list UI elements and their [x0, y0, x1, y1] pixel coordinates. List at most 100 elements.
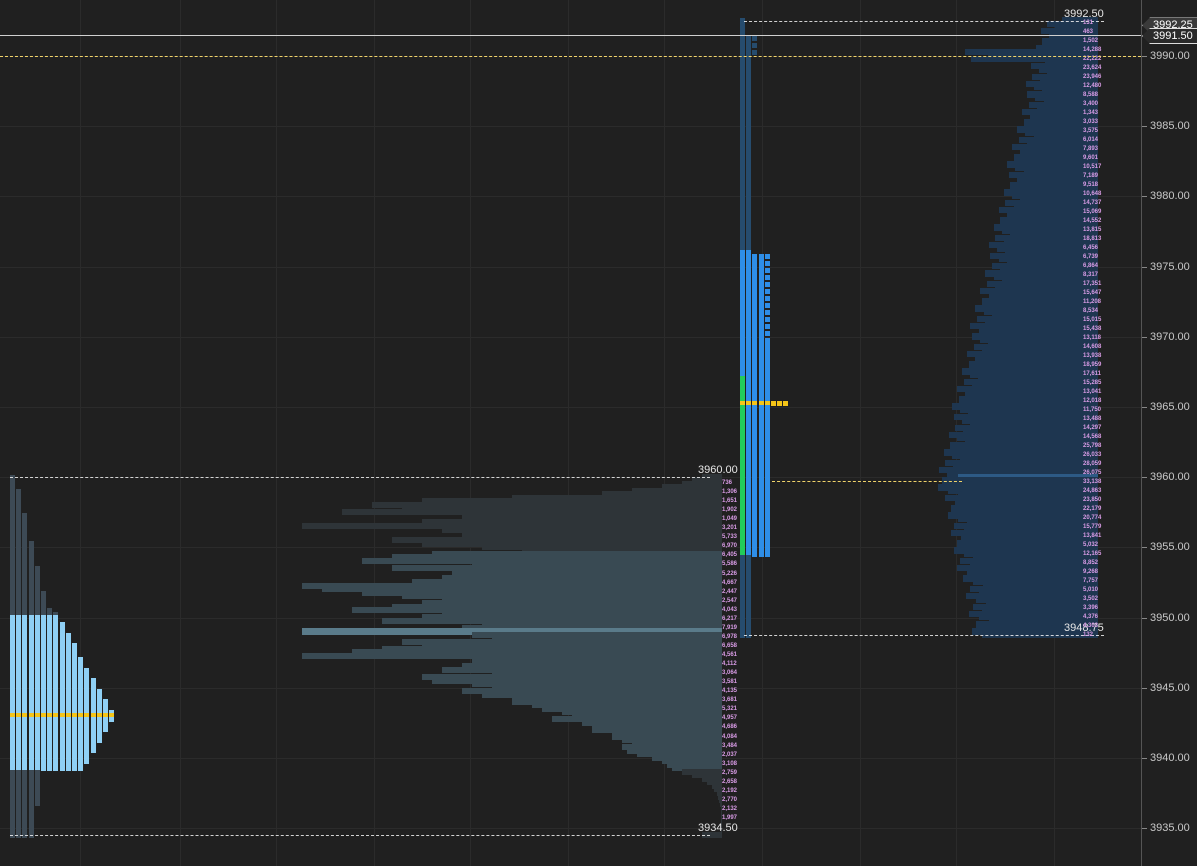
volume-label: 15,647 — [1083, 290, 1102, 296]
volume-label: 4,135 — [722, 688, 738, 695]
volume-label: 9,268 — [1083, 569, 1099, 575]
volume-label: 23,624 — [1083, 65, 1102, 71]
volume-label: 2,547 — [722, 597, 738, 604]
profile-high-line — [10, 477, 710, 478]
volume-label: 1,502 — [1083, 38, 1099, 44]
volume-label: 13,815 — [1083, 227, 1102, 233]
volume-label: 4,957 — [722, 715, 738, 722]
poc-extension-line — [772, 481, 962, 482]
volume-label: 11,750 — [1083, 407, 1102, 413]
volume-label: 12,165 — [1083, 551, 1102, 557]
volume-label: 13,118 — [1083, 335, 1102, 341]
volume-label: 4,667 — [722, 579, 738, 586]
grid-line-vertical — [276, 0, 277, 866]
tpo-block — [53, 766, 59, 772]
volume-label: 3,033 — [1083, 119, 1099, 125]
volume-label: 17,351 — [1083, 281, 1102, 287]
volume-label: 2,192 — [722, 787, 738, 794]
volume-label: 4,112 — [722, 661, 737, 668]
volume-label: 26,033 — [1083, 452, 1102, 458]
volume-label: 12,480 — [1083, 83, 1102, 89]
tpo-block — [752, 42, 758, 48]
tpo-block — [764, 288, 770, 294]
volume-label: 2,447 — [722, 588, 738, 595]
volume-label: 14,552 — [1083, 218, 1102, 224]
volume-label: 3,681 — [722, 697, 738, 704]
tpo-block — [764, 274, 770, 280]
volume-label: 3,502 — [1083, 596, 1099, 602]
axis-tick-label: 3955.00 — [1150, 541, 1190, 554]
volume-label: 13,488 — [1083, 416, 1102, 422]
tpo-block — [59, 766, 65, 772]
poc-tpo-block — [771, 400, 776, 406]
volume-label: 5,010 — [1083, 587, 1099, 593]
volume-label: 1,902 — [722, 507, 738, 514]
volume-label: 3,201 — [722, 525, 738, 532]
price-axis[interactable]: 3990.00 3985.00 3980.00 3975.00 3970.00 3965.… — [1141, 0, 1197, 866]
axis-tick-label: 3950.00 — [1150, 611, 1190, 624]
grid-line-horizontal — [0, 267, 1141, 268]
volume-label: 3,396 — [1083, 605, 1099, 611]
tpo-block — [764, 295, 770, 301]
tpo-block — [764, 302, 770, 308]
volume-label: 5,032 — [1083, 542, 1099, 548]
axis-tick-label: 3935.00 — [1150, 822, 1190, 835]
profile-low-label: 3934.50 — [698, 822, 738, 835]
tpo-block — [764, 260, 770, 266]
grid-line-vertical — [180, 0, 181, 866]
grid-line-vertical — [374, 0, 375, 866]
volume-label: 15,285 — [1083, 380, 1102, 386]
poc-tpo-block — [783, 400, 789, 406]
volume-label: 14,568 — [1083, 434, 1102, 440]
volume-label: 2,132 — [722, 805, 738, 812]
volume-label: 13,041 — [1083, 389, 1102, 395]
volume-label: 5,733 — [722, 534, 738, 541]
axis-tick-mark — [1142, 547, 1147, 548]
volume-label: 15,438 — [1083, 326, 1102, 332]
profile-high-line — [744, 21, 1104, 22]
reference-line — [0, 56, 1141, 57]
axis-tick-label: 3960.00 — [1150, 471, 1190, 484]
volume-label: 9,601 — [1083, 155, 1099, 161]
grid-line-vertical — [860, 0, 861, 866]
tpo-block — [96, 737, 102, 743]
axis-tick-label: 3980.00 — [1150, 190, 1190, 203]
volume-label: 17,611 — [1083, 371, 1102, 377]
axis-tick-label: 3965.00 — [1150, 401, 1190, 413]
axis-tick-mark — [1142, 618, 1147, 619]
grid-line-horizontal — [0, 196, 1141, 197]
axis-tick-mark — [1142, 126, 1147, 127]
tpo-block — [109, 716, 115, 722]
volume-label: 5,321 — [722, 706, 738, 713]
volume-label: 3,064 — [722, 670, 738, 677]
tpo-block — [764, 309, 770, 315]
volume-label: 3,575 — [1083, 128, 1099, 134]
grid-line-horizontal — [0, 758, 1141, 759]
volume-label: 6,739 — [1083, 254, 1099, 260]
volume-label: 3,400 — [1083, 101, 1099, 107]
volume-label: 5,226 — [722, 570, 738, 577]
axis-tick-label: 3990.00 — [1150, 50, 1190, 62]
tpo-block — [41, 766, 46, 772]
volume-label: 24,863 — [1083, 488, 1102, 494]
axis-tick-label: 3945.00 — [1150, 681, 1190, 694]
volume-label: 1,651 — [722, 498, 738, 505]
volume-label: 14,737 — [1083, 200, 1102, 206]
volume-label: 7,189 — [1083, 173, 1099, 179]
chart-area[interactable]: 3960.00 3934.50 3992.50 3948.75 736 1,306 1,65… — [0, 0, 1141, 866]
volume-label: 3,108 — [722, 760, 738, 767]
volume-label: 3,581 — [722, 679, 738, 686]
volume-label: 9,518 — [1083, 182, 1099, 188]
tpo-block — [65, 766, 71, 772]
profile-low-line — [744, 635, 1104, 636]
axis-tick-mark — [1142, 688, 1147, 689]
volume-label: 6,456 — [1083, 245, 1099, 251]
volume-label: 132 — [1083, 632, 1094, 638]
volume-label: 3,484 — [722, 742, 738, 749]
volume-label: 15,069 — [1083, 209, 1102, 215]
poc-tpo-block — [777, 400, 783, 406]
volume-label: 18,813 — [1083, 236, 1102, 242]
volume-label: 14,297 — [1083, 425, 1102, 431]
volume-label: 28,059 — [1083, 461, 1102, 467]
volume-label: 2,037 — [722, 751, 738, 758]
